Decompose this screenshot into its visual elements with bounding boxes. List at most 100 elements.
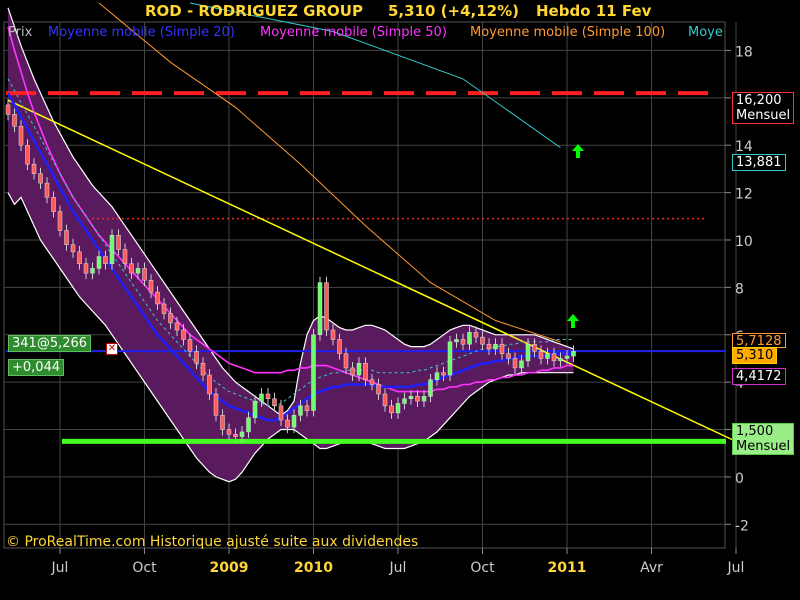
candle-body: [265, 393, 271, 399]
candle-body: [343, 353, 349, 369]
candle-body: [226, 429, 232, 435]
ticker-title: ROD - RODRIGUEZ GROUP: [145, 2, 363, 20]
legend-ma100: Moyenne mobile (Simple 100): [470, 25, 666, 40]
candle-body: [350, 367, 355, 376]
candle-body: [96, 256, 102, 269]
candles: [5, 99, 576, 443]
legend-price: Prix: [8, 25, 33, 40]
price-chart[interactable]: -2024681012141618 JulOct20092010JulOct20…: [0, 0, 800, 600]
candle-body: [545, 353, 550, 359]
candle-body: [369, 379, 375, 385]
candle-body: [421, 396, 427, 402]
candle-body: [564, 355, 570, 359]
candle-body: [558, 358, 563, 362]
candle-body: [246, 417, 251, 433]
candle-body: [31, 163, 37, 174]
candle-body: [408, 396, 414, 399]
candle-body: [382, 393, 388, 407]
candle-body: [551, 353, 557, 362]
candle-body: [512, 358, 518, 369]
candle-body: [460, 339, 466, 345]
time-axis: Jul Oct 2009 2010 Jul Oct 2011 Avr Jul: [51, 548, 745, 576]
candle-body: [51, 197, 56, 212]
candle-body: [486, 343, 492, 350]
y-tick-label: 8: [735, 281, 744, 297]
candle-body: [278, 405, 284, 421]
x-tick-label: 2010: [294, 560, 333, 576]
candle: [324, 276, 329, 336]
resistance-price: 16,200: [736, 93, 782, 108]
candle-body: [402, 398, 407, 404]
candle-body: [213, 393, 219, 416]
candle-body: [291, 415, 297, 428]
up-arrow-icon: [572, 144, 584, 158]
candle: [265, 388, 271, 405]
candle-body: [337, 339, 342, 354]
signal-arrows: [567, 144, 584, 328]
resistance-tag: 16,200 Mensuel: [732, 92, 795, 124]
candle-body: [142, 268, 147, 281]
candle-body: [135, 268, 141, 274]
candle-body: [64, 230, 69, 245]
candle-body: [239, 431, 245, 437]
candle-body: [454, 339, 459, 343]
chart-header: ROD - RODRIGUEZ GROUP 5,310 (+4,12%) Heb…: [0, 0, 800, 24]
x-tick-label: Jul: [389, 560, 407, 576]
ma100-tag: 13,881: [732, 154, 786, 171]
candle-body: [298, 405, 303, 416]
candle-body: [168, 313, 173, 324]
order-close-icon[interactable]: ✕: [106, 343, 118, 355]
y-tick-label: -2: [735, 518, 749, 534]
candle-body: [480, 336, 485, 345]
candle-body: [220, 415, 225, 430]
candle-body: [317, 282, 323, 336]
candle-body: [174, 322, 180, 331]
candle-body: [441, 372, 446, 376]
candle-body: [467, 332, 472, 345]
candle: [109, 229, 115, 270]
candle-body: [233, 434, 238, 437]
candle-body: [109, 234, 115, 264]
candle-body: [83, 263, 89, 274]
candle-body: [376, 384, 381, 395]
candle-body: [571, 351, 576, 357]
x-tick-label: 2011: [548, 560, 587, 576]
candle-body: [38, 173, 43, 184]
candle-body: [395, 403, 401, 414]
candle-body: [122, 249, 128, 264]
order-tag[interactable]: 341@5,266: [8, 335, 92, 352]
order-label: 341@5,266: [12, 336, 88, 351]
candle-body: [5, 104, 11, 115]
y-tick-label: 14: [735, 139, 753, 155]
candle-body: [200, 362, 206, 376]
candle-body: [389, 405, 394, 414]
y-tick-label: 18: [735, 44, 753, 60]
candle-body: [532, 343, 537, 352]
candle-body: [57, 211, 63, 231]
candle-body: [285, 419, 290, 428]
support-note: Mensuel: [736, 439, 791, 454]
candle-body: [252, 400, 258, 418]
x-tick-label: Jul: [51, 560, 69, 576]
candle: [447, 335, 453, 381]
candle-body: [525, 343, 531, 362]
x-tick-label: Oct: [470, 560, 495, 576]
candle-body: [18, 126, 24, 146]
support-price: 1,500: [736, 424, 774, 439]
candle-body: [415, 396, 420, 402]
candle-body: [473, 332, 479, 338]
candle-body: [194, 351, 199, 364]
candle-body: [324, 282, 329, 331]
y-tick-label: 10: [735, 234, 753, 250]
candle-body: [116, 234, 121, 250]
x-tick-label: Jul: [727, 560, 745, 576]
candle-body: [259, 393, 264, 402]
candle-body: [506, 353, 511, 359]
last-price-tag: 5,310: [732, 347, 778, 364]
candle-body: [187, 339, 193, 352]
candle: [311, 328, 316, 417]
candle-body: [148, 280, 154, 293]
candle-body: [499, 343, 505, 354]
period-date: Hebdo 11 Fev: [536, 2, 652, 20]
candle-body: [519, 360, 524, 369]
